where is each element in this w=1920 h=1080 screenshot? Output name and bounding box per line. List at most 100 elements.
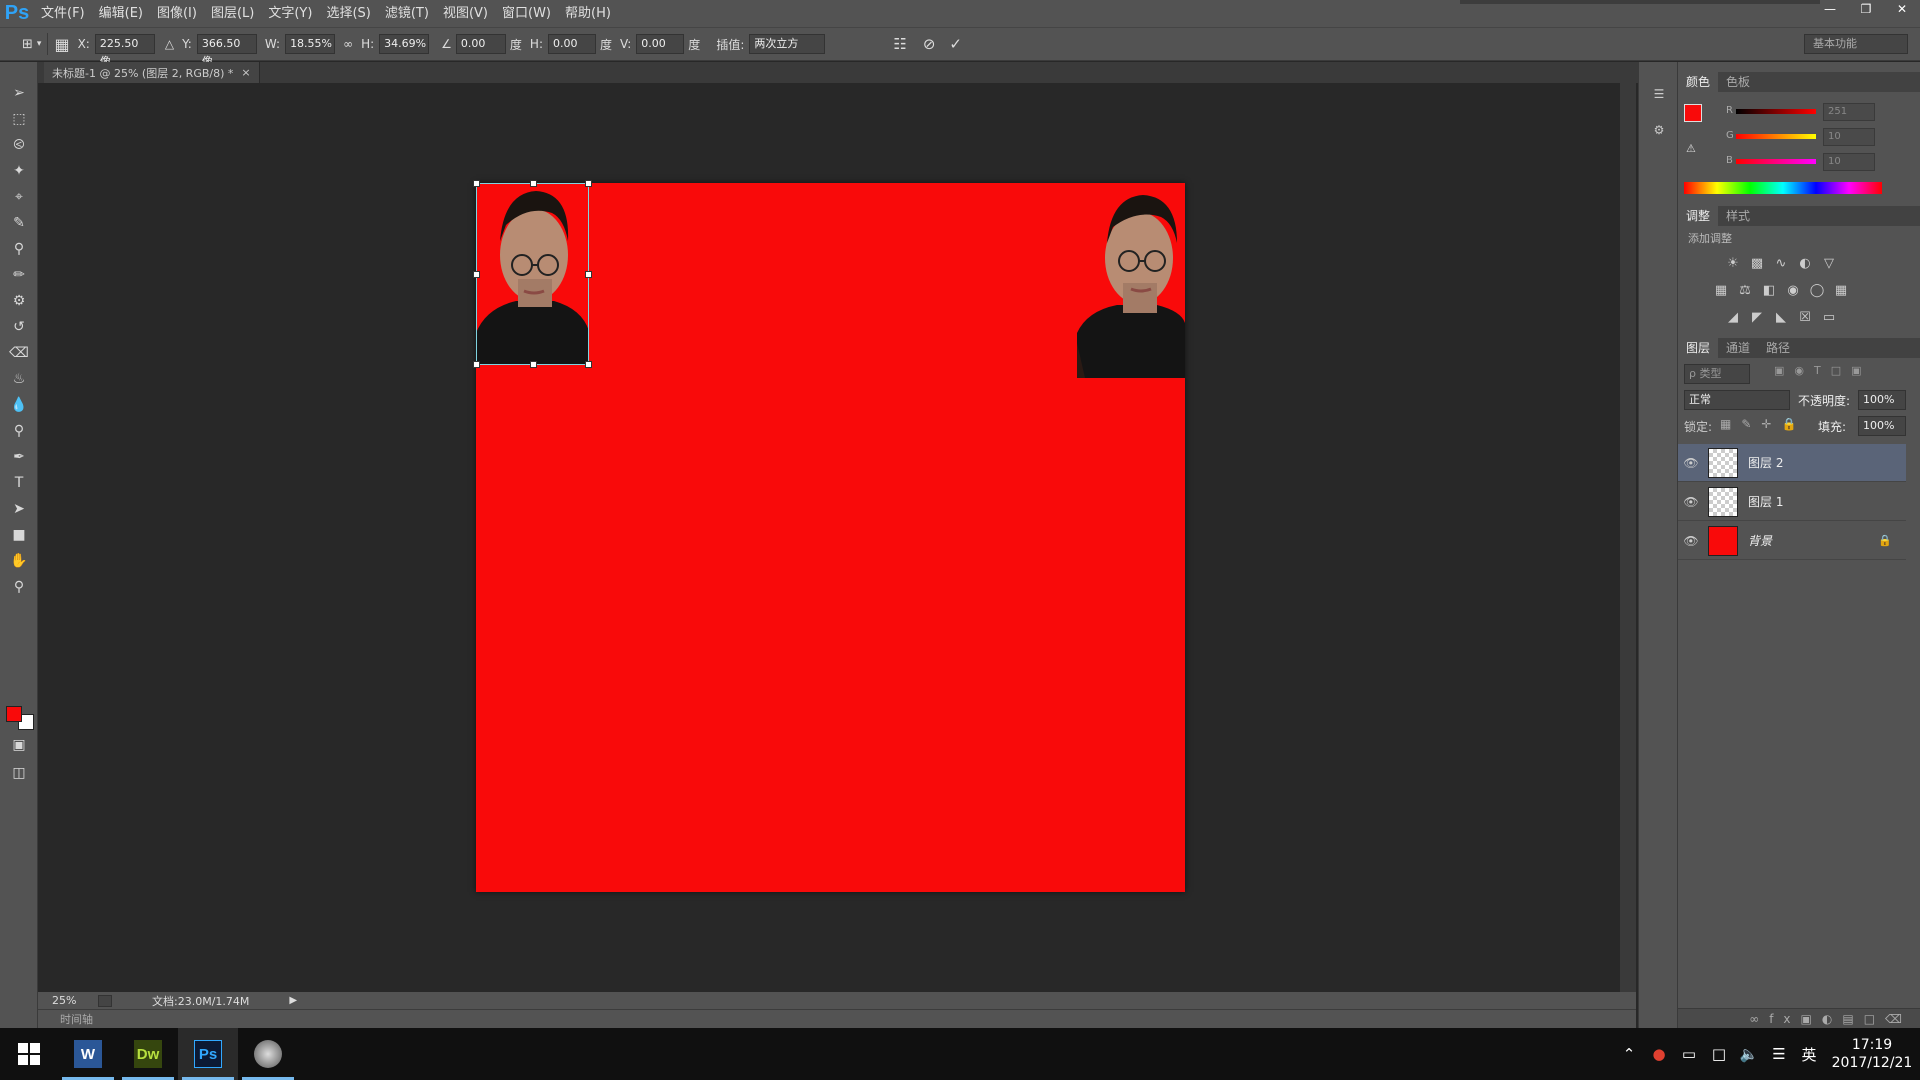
battery-icon[interactable]: ▭ (1674, 1045, 1704, 1063)
blue-track[interactable] (1736, 159, 1816, 164)
path-select-tool-icon[interactable]: ➤ (0, 496, 38, 522)
fx-icon[interactable]: fx (1769, 1012, 1800, 1026)
delete-layer-icon[interactable]: ⌫ (1885, 1012, 1912, 1026)
status-arrow-icon[interactable]: ▶ (289, 995, 297, 1006)
menu-layer[interactable]: 图层(L) (204, 0, 261, 27)
volume-icon[interactable]: 🔈 (1734, 1045, 1764, 1063)
commit-transform-icon[interactable]: ✓ (949, 35, 962, 53)
channel-mixer-icon[interactable]: ◯ (1806, 279, 1828, 301)
vibrance-icon[interactable]: ▽ (1818, 252, 1840, 274)
green-slider[interactable]: G 10 (1678, 127, 1920, 147)
crop-tool-icon[interactable]: ⌖ (0, 184, 38, 210)
taskbar-globe[interactable] (238, 1028, 298, 1080)
interpolation-select[interactable]: 两次立方 (749, 34, 826, 54)
transform-handle-top-left[interactable] (473, 180, 480, 187)
tab-color[interactable]: 颜色 (1678, 71, 1719, 92)
history-brush-tool-icon[interactable]: ↺ (0, 314, 38, 340)
gradient-map-icon[interactable]: ▭ (1818, 306, 1840, 328)
menu-type[interactable]: 文字(Y) (261, 0, 319, 27)
move-tool-icon[interactable]: ➢ (0, 80, 38, 106)
healing-brush-tool-icon[interactable]: ⚲ (0, 236, 38, 262)
photo-filter-icon[interactable]: ◉ (1782, 279, 1804, 301)
notification-icon[interactable]: ☰ (1764, 1045, 1794, 1063)
levels-icon[interactable]: ▩ (1746, 252, 1768, 274)
new-layer-icon[interactable]: □ (1864, 1012, 1885, 1026)
transform-handle-bottom-right[interactable] (585, 361, 592, 368)
menu-filter[interactable]: 滤镜(T) (378, 0, 436, 27)
minimize-icon[interactable]: — (1812, 0, 1848, 18)
eye-icon[interactable]: 👁 (1678, 495, 1704, 509)
angle-input[interactable]: 0.00 (455, 34, 506, 54)
layer-row-layer-1[interactable]: 👁 图层 1 (1678, 483, 1906, 521)
qq-icon[interactable]: ● (1644, 1045, 1674, 1063)
menu-image[interactable]: 图像(I) (150, 0, 204, 27)
status-menu-icon[interactable] (98, 994, 112, 1007)
green-track[interactable] (1736, 134, 1816, 139)
opacity-input[interactable]: 100% (1858, 390, 1906, 410)
start-button[interactable] (0, 1028, 58, 1080)
vertical-scrollbar[interactable] (1620, 83, 1636, 992)
chevron-down-icon[interactable]: ▾ (37, 39, 42, 49)
threshold-icon[interactable]: ◣ (1770, 306, 1792, 328)
layer-row-layer-2[interactable]: 👁 图层 2 (1678, 444, 1906, 482)
chevron-up-icon[interactable]: ⌃ (1614, 1045, 1644, 1063)
vskew-input[interactable]: 0.00 (636, 34, 685, 54)
pen-tool-icon[interactable]: ✒ (0, 444, 38, 470)
blue-value[interactable]: 10 (1823, 153, 1875, 171)
exposure-icon[interactable]: ◐ (1794, 252, 1816, 274)
transform-handle-right[interactable] (585, 271, 592, 278)
blend-mode-select[interactable]: 正常 (1684, 390, 1790, 410)
filter-icons[interactable]: ▣◉T□▣ (1774, 364, 1872, 377)
hand-tool-icon[interactable]: ✋ (0, 548, 38, 574)
height-input[interactable]: 34.69% (379, 34, 430, 54)
transform-bounding-box[interactable] (473, 180, 592, 368)
invert-icon[interactable]: ◢ (1722, 306, 1744, 328)
paint-bucket-tool-icon[interactable]: ♨ (0, 366, 38, 392)
width-input[interactable]: 18.55% (285, 34, 336, 54)
menu-help[interactable]: 帮助(H) (558, 0, 618, 27)
layer-1-photo[interactable] (1077, 183, 1185, 378)
transform-handle-top-right[interactable] (585, 180, 592, 187)
network-icon[interactable]: □ (1704, 1045, 1734, 1063)
input-method-indicator[interactable]: 英 (1794, 1044, 1824, 1065)
zoom-level[interactable]: 25% (52, 994, 92, 1007)
green-value[interactable]: 10 (1823, 128, 1875, 146)
transform-handle-bottom[interactable] (530, 361, 537, 368)
add-mask-icon[interactable]: ▣ (1801, 1012, 1822, 1026)
tab-paths[interactable]: 路径 (1758, 337, 1798, 358)
zoom-tool-icon[interactable]: ⚲ (0, 574, 38, 600)
fill-input[interactable]: 100% (1858, 416, 1906, 436)
lock-icons[interactable]: ▦✎✛🔒 (1720, 417, 1806, 431)
lasso-tool-icon[interactable]: ⧀ (0, 132, 38, 158)
close-tab-icon[interactable]: × (241, 66, 250, 79)
color-balance-icon[interactable]: ⚖ (1734, 279, 1756, 301)
posterize-icon[interactable]: ◤ (1746, 306, 1768, 328)
close-icon[interactable]: ✕ (1884, 0, 1920, 18)
quick-select-tool-icon[interactable]: ✦ (0, 158, 38, 184)
screen-mode-icon[interactable]: ◫ (0, 760, 38, 786)
layer-filter-select[interactable]: ρ 类型 (1684, 364, 1750, 384)
tab-adjustments[interactable]: 调整 (1678, 205, 1719, 226)
brightness-icon[interactable]: ☀ (1722, 252, 1744, 274)
transform-handle-top[interactable] (530, 180, 537, 187)
menu-view[interactable]: 视图(V) (436, 0, 495, 27)
eye-icon[interactable]: 👁 (1678, 456, 1704, 470)
color-lookup-icon[interactable]: ▦ (1830, 279, 1852, 301)
taskbar-dreamweaver[interactable]: Dw (118, 1028, 178, 1080)
red-track[interactable] (1736, 109, 1816, 114)
taskbar-word[interactable]: W (58, 1028, 118, 1080)
menu-file[interactable]: 文件(F) (34, 0, 92, 27)
y-input[interactable]: 366.50 像 (196, 34, 257, 68)
document-tab[interactable]: 未标题-1 @ 25% (图层 2, RGB/8) * × (44, 62, 260, 83)
restore-icon[interactable]: ❐ (1848, 0, 1884, 18)
taskbar-photoshop[interactable]: Ps (178, 1028, 238, 1080)
warp-mode-icon[interactable]: ☷ (893, 35, 906, 53)
marquee-tool-icon[interactable]: ⬚ (0, 106, 38, 132)
red-slider[interactable]: R 251 (1678, 102, 1920, 122)
tab-swatches[interactable]: 色板 (1718, 71, 1758, 92)
eye-icon[interactable]: 👁 (1678, 534, 1704, 548)
workspace-select[interactable]: 基本功能 (1804, 34, 1908, 54)
menu-edit[interactable]: 编辑(E) (92, 0, 150, 27)
properties-panel-icon[interactable]: ⚙ (1639, 112, 1679, 148)
transform-handle-left[interactable] (473, 271, 480, 278)
